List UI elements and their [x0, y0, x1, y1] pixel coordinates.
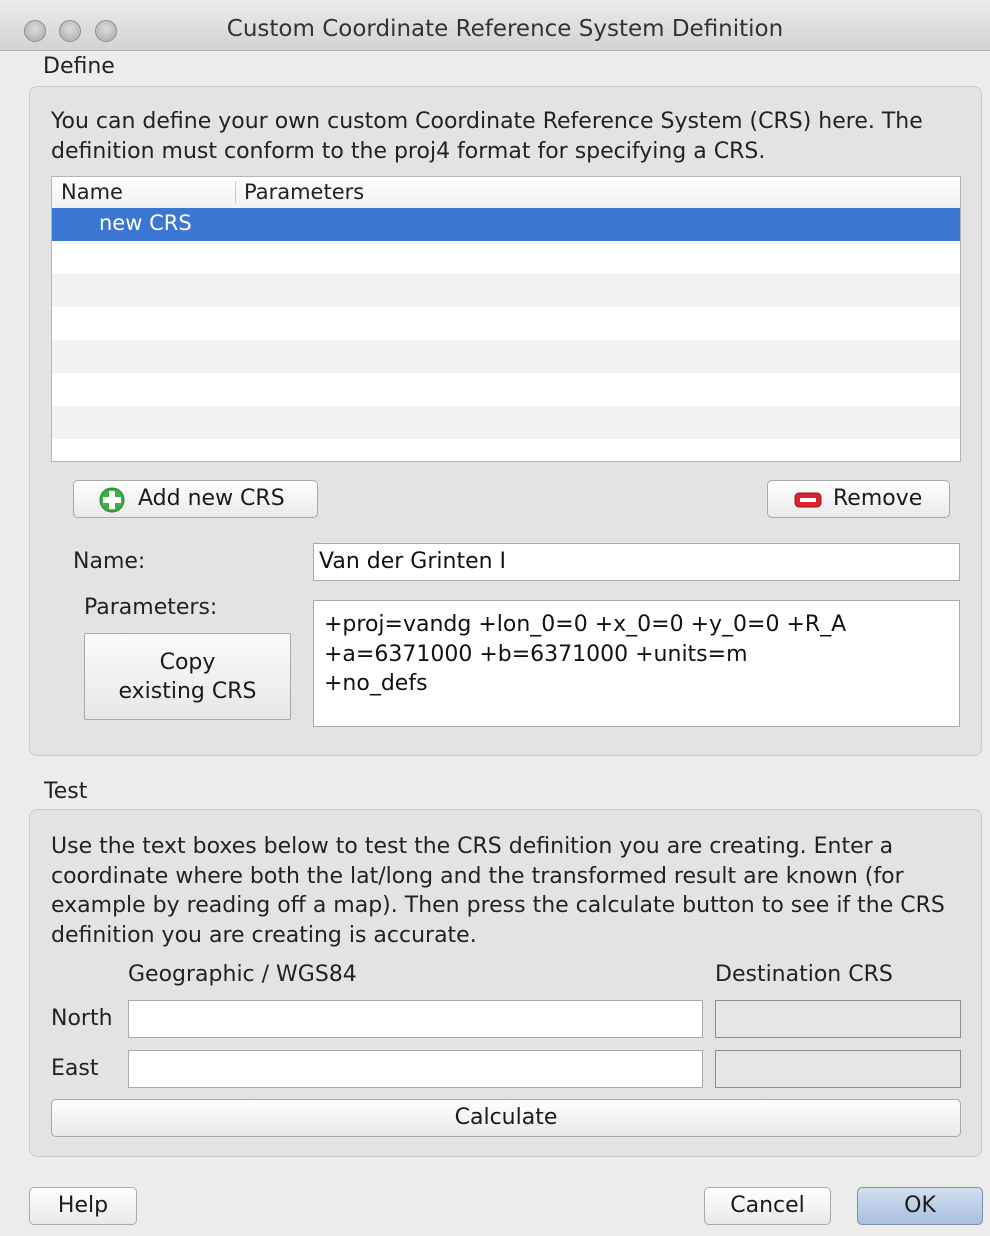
destination-header: Destination CRS — [715, 962, 893, 987]
north-label: North — [51, 1006, 113, 1031]
cancel-button[interactable]: Cancel — [704, 1187, 831, 1225]
empty-row — [52, 274, 960, 307]
window-title: Custom Coordinate Reference System Defin… — [226, 16, 784, 42]
name-input[interactable]: Van der Grinten I — [313, 543, 960, 581]
east-label: East — [51, 1056, 99, 1081]
help-button[interactable]: Help — [29, 1187, 137, 1225]
parameters-textarea[interactable]: +proj=vandg +lon_0=0 +x_0=0 +y_0=0 +R_A … — [313, 600, 960, 727]
parameters-label: Parameters: — [84, 595, 218, 620]
add-new-crs-button[interactable]: Add new CRS — [73, 480, 318, 518]
destination-north-output — [715, 1000, 961, 1038]
empty-row — [52, 373, 960, 406]
test-description: Use the text boxes below to test the CRS… — [51, 834, 945, 948]
calculate-button[interactable]: Calculate — [51, 1099, 961, 1137]
add-new-crs-label: Add new CRS — [138, 486, 285, 511]
copy-existing-crs-button[interactable]: Copy existing CRS — [84, 633, 291, 720]
empty-row — [52, 241, 960, 274]
test-section-label: Test — [44, 779, 88, 804]
crs-table[interactable]: Name Parameters new CRS — [51, 176, 961, 462]
destination-east-output — [715, 1050, 961, 1088]
remove-label: Remove — [833, 486, 923, 511]
define-section-label: Define — [43, 54, 115, 79]
row-name-cell: new CRS — [99, 211, 192, 235]
name-label: Name: — [73, 549, 146, 574]
remove-button[interactable]: Remove — [767, 480, 950, 518]
remove-icon — [794, 490, 822, 516]
column-divider — [235, 181, 236, 203]
column-header-parameters[interactable]: Parameters — [244, 180, 364, 204]
north-input[interactable] — [128, 1000, 703, 1038]
ok-button[interactable]: OK — [857, 1187, 983, 1225]
crs-table-header: Name Parameters — [52, 177, 960, 209]
empty-row — [52, 406, 960, 439]
east-input[interactable] — [128, 1050, 703, 1088]
geographic-header: Geographic / WGS84 — [128, 962, 357, 987]
empty-row — [52, 340, 960, 373]
empty-row — [52, 307, 960, 340]
define-description: You can define your own custom Coordinat… — [51, 109, 923, 164]
table-row[interactable]: new CRS — [52, 208, 960, 241]
title-bar: Custom Coordinate Reference System Defin… — [0, 0, 990, 51]
add-icon — [98, 486, 126, 520]
column-header-name[interactable]: Name — [61, 180, 123, 204]
